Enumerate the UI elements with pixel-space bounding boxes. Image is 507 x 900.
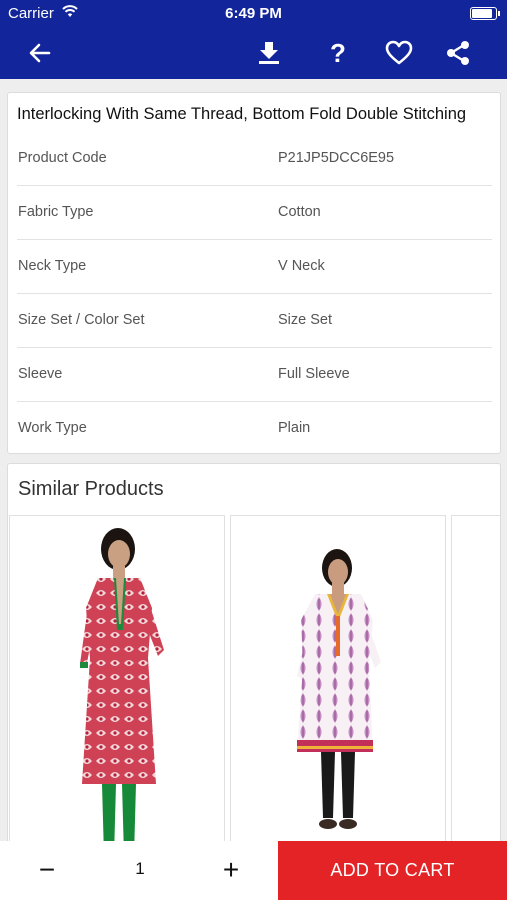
back-arrow-icon[interactable] — [24, 37, 56, 69]
help-glyph: ? — [330, 38, 346, 68]
detail-row: Sleeve Full Sleeve — [17, 348, 492, 402]
detail-row: Neck Type V Neck — [17, 240, 492, 294]
detail-label: Product Code — [18, 150, 107, 166]
share-icon[interactable] — [442, 37, 474, 69]
detail-row: Size Set / Color Set Size Set — [17, 294, 492, 348]
download-icon[interactable] — [253, 37, 285, 69]
add-to-cart-button[interactable]: ADD TO CART — [278, 841, 507, 900]
similar-products-card: Similar Products — [7, 463, 501, 900]
nav-bar: ? — [0, 28, 507, 79]
detail-value: Plain — [278, 420, 311, 436]
app-header: Carrier 6:49 PM ? — [0, 0, 507, 79]
similar-products-title: Similar Products — [18, 478, 164, 500]
detail-value: P21JP5DCC6E95 — [278, 150, 395, 166]
detail-label: Neck Type — [18, 258, 87, 274]
detail-label: Work Type — [18, 420, 87, 436]
detail-value: V Neck — [278, 258, 325, 274]
detail-value: Size Set — [278, 312, 332, 328]
decrease-quantity-button[interactable]: − — [32, 853, 62, 887]
detail-value: Full Sleeve — [278, 366, 350, 382]
detail-value: Cotton — [278, 204, 321, 220]
battery-icon — [470, 7, 500, 20]
increase-quantity-button[interactable]: + — [216, 853, 246, 887]
status-bar: Carrier 6:49 PM — [0, 0, 507, 28]
detail-row: Fabric Type Cotton — [17, 186, 492, 240]
detail-row: Product Code P21JP5DCC6E95 — [17, 132, 492, 186]
status-time: 6:49 PM — [225, 5, 282, 22]
detail-row: Work Type Plain — [17, 402, 492, 456]
product-details-card: Interlocking With Same Thread, Bottom Fo… — [7, 92, 501, 454]
detail-label: Fabric Type — [18, 204, 94, 220]
detail-label: Size Set / Color Set — [18, 312, 145, 328]
help-icon[interactable]: ? — [322, 37, 354, 69]
cart-bar: − 1 + ADD TO CART — [0, 841, 507, 900]
quantity-value: 1 — [135, 859, 145, 878]
details-title: Interlocking With Same Thread, Bottom Fo… — [17, 105, 467, 123]
heart-icon[interactable] — [383, 37, 415, 69]
detail-label: Sleeve — [18, 366, 63, 382]
